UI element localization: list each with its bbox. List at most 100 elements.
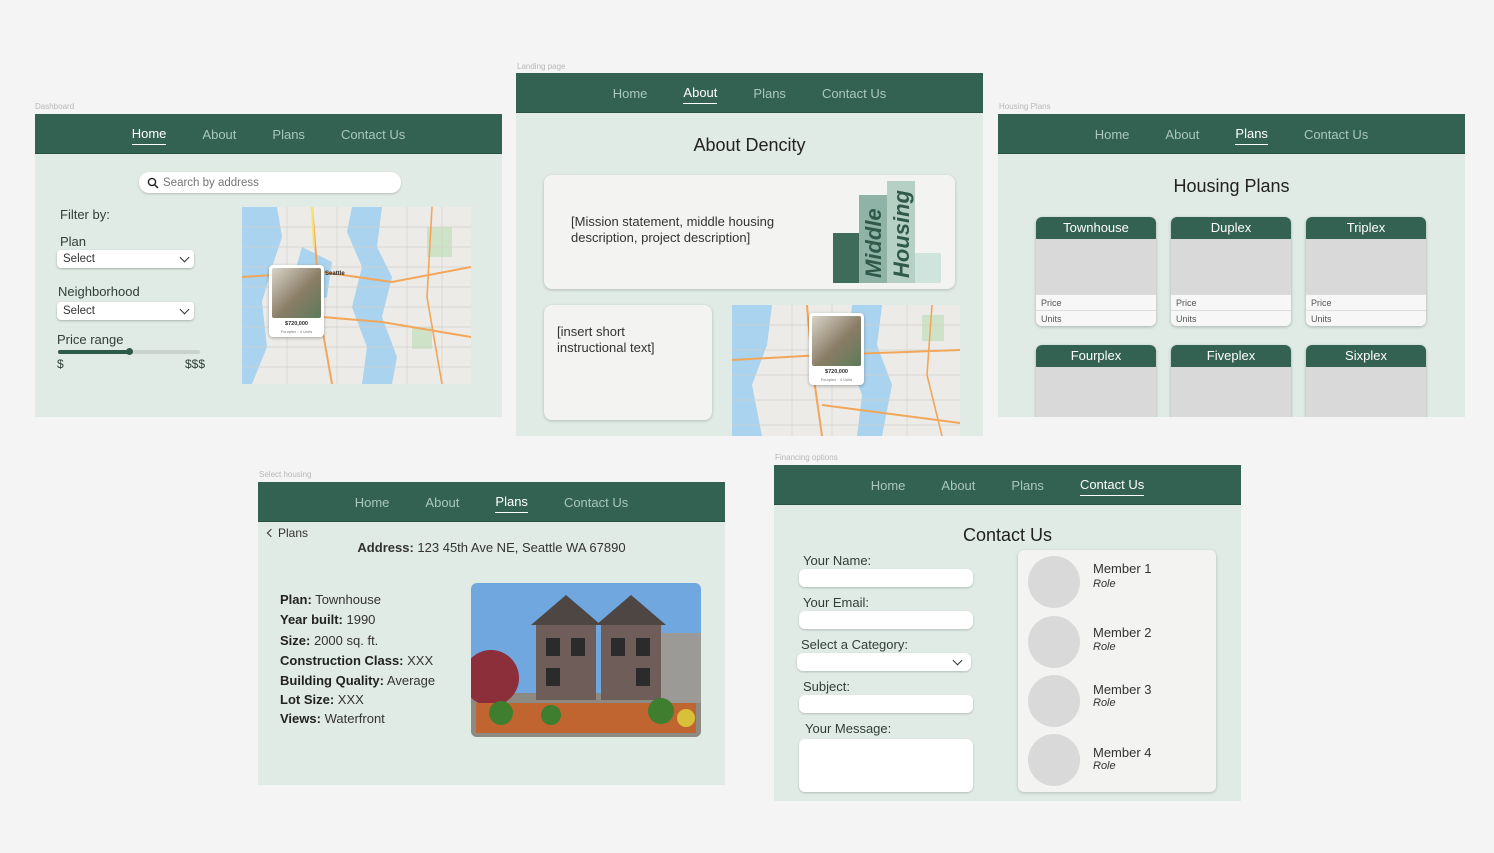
member-name: Member 1 <box>1093 561 1152 576</box>
map-listing-card[interactable]: $720,000 Fourplex · 4 Units <box>809 313 864 385</box>
listing-photo <box>272 268 321 318</box>
plan-card-duplex[interactable]: Duplex Price Units <box>1171 217 1291 326</box>
nav-about[interactable]: About <box>683 81 718 104</box>
name-label: Your Name: <box>803 553 872 568</box>
detail-key: Views: <box>280 711 321 726</box>
search-input[interactable] <box>163 176 383 189</box>
avatar <box>1028 616 1080 668</box>
nav-plans[interactable]: Plans <box>272 123 305 145</box>
member-role: Role <box>1093 760 1116 772</box>
plan-units-label: Units <box>1306 310 1426 326</box>
nav-plans[interactable]: Plans <box>1235 122 1268 145</box>
avatar <box>1028 556 1080 608</box>
plan-image-placeholder <box>1306 367 1426 417</box>
address-label: Address: <box>357 540 414 555</box>
address-line: Address: 123 45th Ave NE, Seattle WA 678… <box>258 540 725 555</box>
nav-contact[interactable]: Contact Us <box>822 82 886 104</box>
slider-fill <box>58 350 129 354</box>
detail-value: Townhouse <box>315 592 381 607</box>
plan-select-value: Select <box>63 253 95 265</box>
nav-contact[interactable]: Contact Us <box>341 123 405 145</box>
property-map[interactable]: Seattle $720,000 Fourplex · 4 Units <box>242 207 471 384</box>
top-nav: Home About Plans Contact Us <box>774 465 1241 505</box>
plan-card-fiveplex[interactable]: Fiveplex <box>1171 345 1291 417</box>
price-range-slider[interactable] <box>58 348 200 355</box>
neighborhood-select-value: Select <box>63 305 95 317</box>
chevron-left-icon <box>266 528 276 538</box>
nav-about[interactable]: About <box>1165 123 1199 145</box>
plan-card-title: Fiveplex <box>1171 345 1291 367</box>
plan-price-label: Price <box>1036 294 1156 310</box>
nav-home[interactable]: Home <box>355 491 390 513</box>
detail-key: Construction Class: <box>280 653 404 668</box>
nav-plans[interactable]: Plans <box>753 82 786 104</box>
message-textarea[interactable] <box>799 739 973 792</box>
neighborhood-label: Neighborhood <box>58 284 140 299</box>
top-nav: Home About Plans Contact Us <box>35 114 502 154</box>
plan-label: Plan <box>60 234 87 249</box>
plan-card-title: Triplex <box>1306 217 1426 239</box>
neighborhood-select[interactable]: Select <box>57 302 194 320</box>
email-label: Your Email: <box>803 595 869 610</box>
subject-field[interactable] <box>799 695 973 713</box>
contact-frame: Home About Plans Contact Us Contact Us Y… <box>774 465 1241 801</box>
price-min-label: $ <box>57 357 64 371</box>
plan-image-placeholder <box>1171 239 1291 294</box>
detail-value: XXX <box>337 692 364 707</box>
plan-card-townhouse[interactable]: Townhouse Price Units <box>1036 217 1156 326</box>
house-photo <box>471 583 701 737</box>
detail-views: Views: Waterfront <box>280 711 385 726</box>
member-name: Member 2 <box>1093 625 1152 640</box>
nav-contact[interactable]: Contact Us <box>1079 473 1145 496</box>
landing-map[interactable]: $720,000 Fourplex · 4 Units <box>732 305 960 436</box>
detail-key: Lot Size: <box>280 692 335 707</box>
nav-home[interactable]: Home <box>613 82 648 104</box>
listing-photo <box>812 316 861 366</box>
name-field[interactable] <box>799 569 973 587</box>
detail-construction-class: Construction Class: XXX <box>280 653 433 668</box>
listing-subtitle: Fourplex · 4 Units <box>280 329 313 334</box>
nav-contact[interactable]: Contact Us <box>1304 123 1368 145</box>
message-label: Your Message: <box>805 721 892 736</box>
housing-plans-frame: Home About Plans Contact Us Housing Plan… <box>998 114 1465 417</box>
detail-value: Waterfront <box>324 711 385 726</box>
detail-key: Year built: <box>280 612 343 627</box>
member-role: Role <box>1093 697 1116 709</box>
detail-building-quality: Building Quality: Average <box>280 673 435 688</box>
member-role: Role <box>1093 641 1116 653</box>
plan-card-triplex[interactable]: Triplex Price Units <box>1306 217 1426 326</box>
nav-home[interactable]: Home <box>131 122 167 145</box>
map-listing-card[interactable]: $720,000 Fourplex · 4 Units <box>269 265 324 337</box>
nav-home[interactable]: Home <box>871 474 906 496</box>
contact-title: Contact Us <box>962 525 1053 545</box>
plan-select[interactable]: Select <box>57 250 194 268</box>
plan-card-sixplex[interactable]: Sixplex <box>1306 345 1426 417</box>
plan-card-title: Sixplex <box>1306 345 1426 367</box>
detail-value: 1990 <box>346 612 376 627</box>
nav-plans[interactable]: Plans <box>1011 474 1044 496</box>
nav-about[interactable]: About <box>425 491 459 513</box>
nav-plans[interactable]: Plans <box>495 490 528 513</box>
detail-value: XXX <box>407 653 434 668</box>
back-to-plans-link[interactable]: Plans <box>266 526 308 540</box>
frame-label-select-housing: Select housing <box>259 470 312 479</box>
price-range-label: Price range <box>57 332 124 347</box>
chevron-down-icon <box>179 252 190 262</box>
plan-card-fourplex[interactable]: Fourplex <box>1036 345 1156 417</box>
category-select[interactable] <box>797 653 971 671</box>
nav-contact[interactable]: Contact Us <box>564 491 628 513</box>
email-field[interactable] <box>799 611 973 629</box>
detail-lot-size: Lot Size: XXX <box>280 692 364 707</box>
slider-handle[interactable] <box>126 348 133 355</box>
plan-image-placeholder <box>1171 367 1291 417</box>
nav-about[interactable]: About <box>202 123 236 145</box>
search-bar[interactable] <box>139 172 401 193</box>
detail-value: Average <box>386 673 436 688</box>
chevron-down-icon <box>179 304 190 314</box>
mission-card: [Mission statement, middle housing descr… <box>544 175 955 289</box>
nav-about[interactable]: About <box>941 474 975 496</box>
mission-text: [Mission statement, middle housing descr… <box>571 214 775 245</box>
frame-label-landing: Landing page <box>517 62 566 71</box>
nav-home[interactable]: Home <box>1095 123 1130 145</box>
team-members-card: Member 1 Role Member 2 Role Member 3 Rol… <box>1018 550 1216 792</box>
